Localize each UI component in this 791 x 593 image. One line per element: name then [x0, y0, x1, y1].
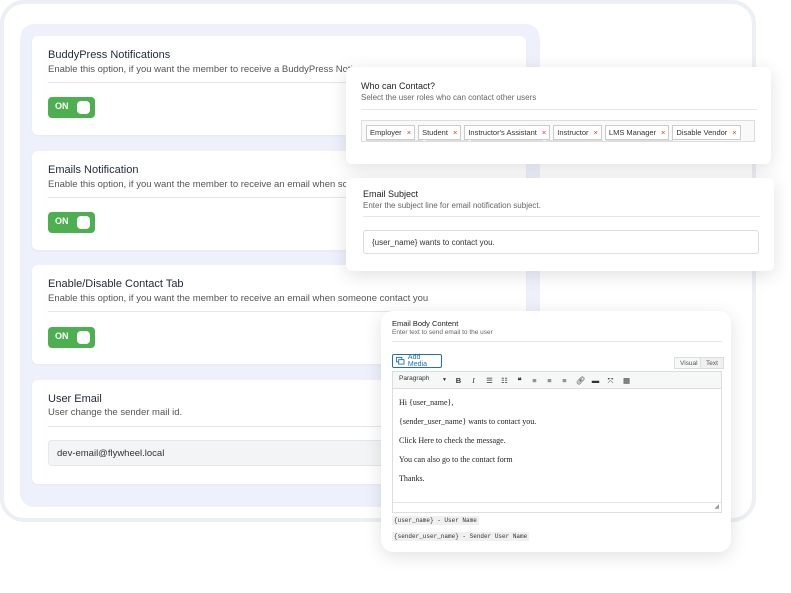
italic-icon[interactable]: I: [468, 375, 479, 386]
tab-text[interactable]: Text: [700, 357, 724, 369]
role-tag-label: LMS Manager: [608, 128, 657, 137]
emails-notification-title: Emails Notification: [48, 164, 139, 176]
role-tag: Instructor ×: [553, 125, 602, 140]
toggle-knob: [77, 216, 90, 229]
editor-line: You can also go to the contact form: [399, 455, 513, 464]
chevron-down-icon: ▼: [442, 377, 447, 383]
who-can-contact-title: Who can Contact?: [361, 81, 436, 91]
numbered-list-icon[interactable]: ☷: [499, 375, 510, 386]
format-select[interactable]: Paragraph ▼: [397, 375, 449, 386]
align-right-icon[interactable]: ≡: [559, 375, 570, 386]
who-can-contact-panel: Who can Contact? Select the user roles w…: [346, 67, 771, 164]
editor-line: Thanks.: [399, 474, 425, 483]
email-subject-desc: Enter the subject line for email notific…: [363, 201, 541, 210]
fullscreen-icon[interactable]: ⤧: [605, 375, 616, 386]
role-tag: Disable Vendor ×: [672, 125, 741, 140]
who-can-contact-desc: Select the user roles who can contact ot…: [361, 93, 537, 102]
emails-notification-toggle[interactable]: ON: [48, 212, 95, 233]
toggle-knob: [77, 331, 90, 344]
role-tag: LMS Manager ×: [604, 125, 670, 140]
align-left-icon[interactable]: ≡: [529, 375, 540, 386]
role-tag: Student ×: [418, 125, 462, 140]
remove-tag-icon[interactable]: ×: [453, 128, 457, 137]
link-icon[interactable]: 🔗︎: [575, 375, 586, 386]
align-center-icon[interactable]: ≡: [544, 375, 555, 386]
role-tag: Employer ×: [366, 125, 416, 140]
toggle-knob: [77, 101, 90, 114]
bold-icon[interactable]: B: [453, 375, 464, 386]
placeholder-hint: {user_name} - User Name: [392, 516, 479, 525]
buddypress-notifications-title: BuddyPress Notifications: [48, 49, 171, 61]
editor-line: {sender_user_name} wants to contact you.: [399, 417, 537, 426]
email-body-panel: Email Body Content Enter text to send em…: [381, 311, 731, 552]
email-body-title: Email Body Content: [392, 319, 459, 328]
role-tag-label: Instructor: [557, 128, 589, 137]
role-tag: Instructor's Assistant ×: [464, 125, 551, 140]
contact-tab-title: Enable/Disable Contact Tab: [48, 278, 184, 290]
email-subject-title: Email Subject: [363, 189, 419, 199]
email-subject-panel: Email Subject Enter the subject line for…: [346, 178, 774, 271]
remove-tag-icon[interactable]: ×: [661, 128, 665, 137]
role-tag-label: Student: [422, 128, 448, 137]
remove-tag-icon[interactable]: ×: [407, 128, 411, 137]
buddypress-notifications-toggle[interactable]: ON: [48, 97, 95, 118]
email-body-editor[interactable]: Hi {user_name}, {sender_user_name} wants…: [392, 389, 722, 513]
media-icon: [396, 357, 405, 365]
role-tag-label: Disable Vendor: [676, 128, 728, 137]
email-subject-input[interactable]: {user_name} wants to contact you.: [363, 230, 759, 254]
user-email-desc: User change the sender mail id.: [48, 407, 183, 418]
format-select-label: Paragraph: [399, 375, 430, 382]
user-email-title: User Email: [48, 393, 102, 405]
email-body-desc: Enter text to send email to the user: [392, 329, 493, 336]
toggle-label: ON: [55, 101, 69, 111]
divider: [363, 216, 760, 217]
resize-handle-icon[interactable]: ◢: [714, 503, 719, 510]
divider: [361, 109, 757, 110]
horizontal-rule-icon[interactable]: ▬: [590, 375, 601, 386]
editor-statusbar: [393, 502, 721, 512]
roles-multiselect[interactable]: Employer × Student × Instructor's Assistan…: [361, 120, 755, 142]
editor-line: Hi {user_name},: [399, 398, 454, 407]
add-media-button[interactable]: Add Media: [392, 354, 442, 368]
buddypress-notifications-desc: Enable this option, if you want the memb…: [48, 64, 353, 75]
contact-tab-toggle[interactable]: ON: [48, 327, 95, 348]
blockquote-icon[interactable]: ❝: [514, 375, 525, 386]
editor-line: Click Here to check the message.: [399, 436, 506, 445]
overflow-tags-row: [366, 140, 673, 141]
remove-tag-icon[interactable]: ×: [594, 128, 598, 137]
toggle-label: ON: [55, 331, 69, 341]
toggle-label: ON: [55, 216, 69, 226]
role-tag-label: Employer: [370, 128, 402, 137]
emails-notification-desc: Enable this option, if you want the memb…: [48, 179, 348, 190]
kitchen-sink-icon[interactable]: ▦: [621, 375, 632, 386]
role-tag-label: Instructor's Assistant: [468, 128, 537, 137]
bullet-list-icon[interactable]: ☰: [484, 375, 495, 386]
editor-toolbar: Paragraph ▼ B I ☰ ☷ ❝ ≡ ≡ ≡ 🔗︎ ▬ ⤧ ▦: [392, 371, 722, 389]
remove-tag-icon[interactable]: ×: [542, 128, 546, 137]
remove-tag-icon[interactable]: ×: [732, 128, 736, 137]
contact-tab-desc: Enable this option, if you want the memb…: [48, 293, 429, 304]
divider: [392, 341, 722, 342]
add-media-label: Add Media: [407, 354, 427, 368]
placeholder-hint: {sender_user_name} - Sender User Name: [392, 532, 530, 541]
